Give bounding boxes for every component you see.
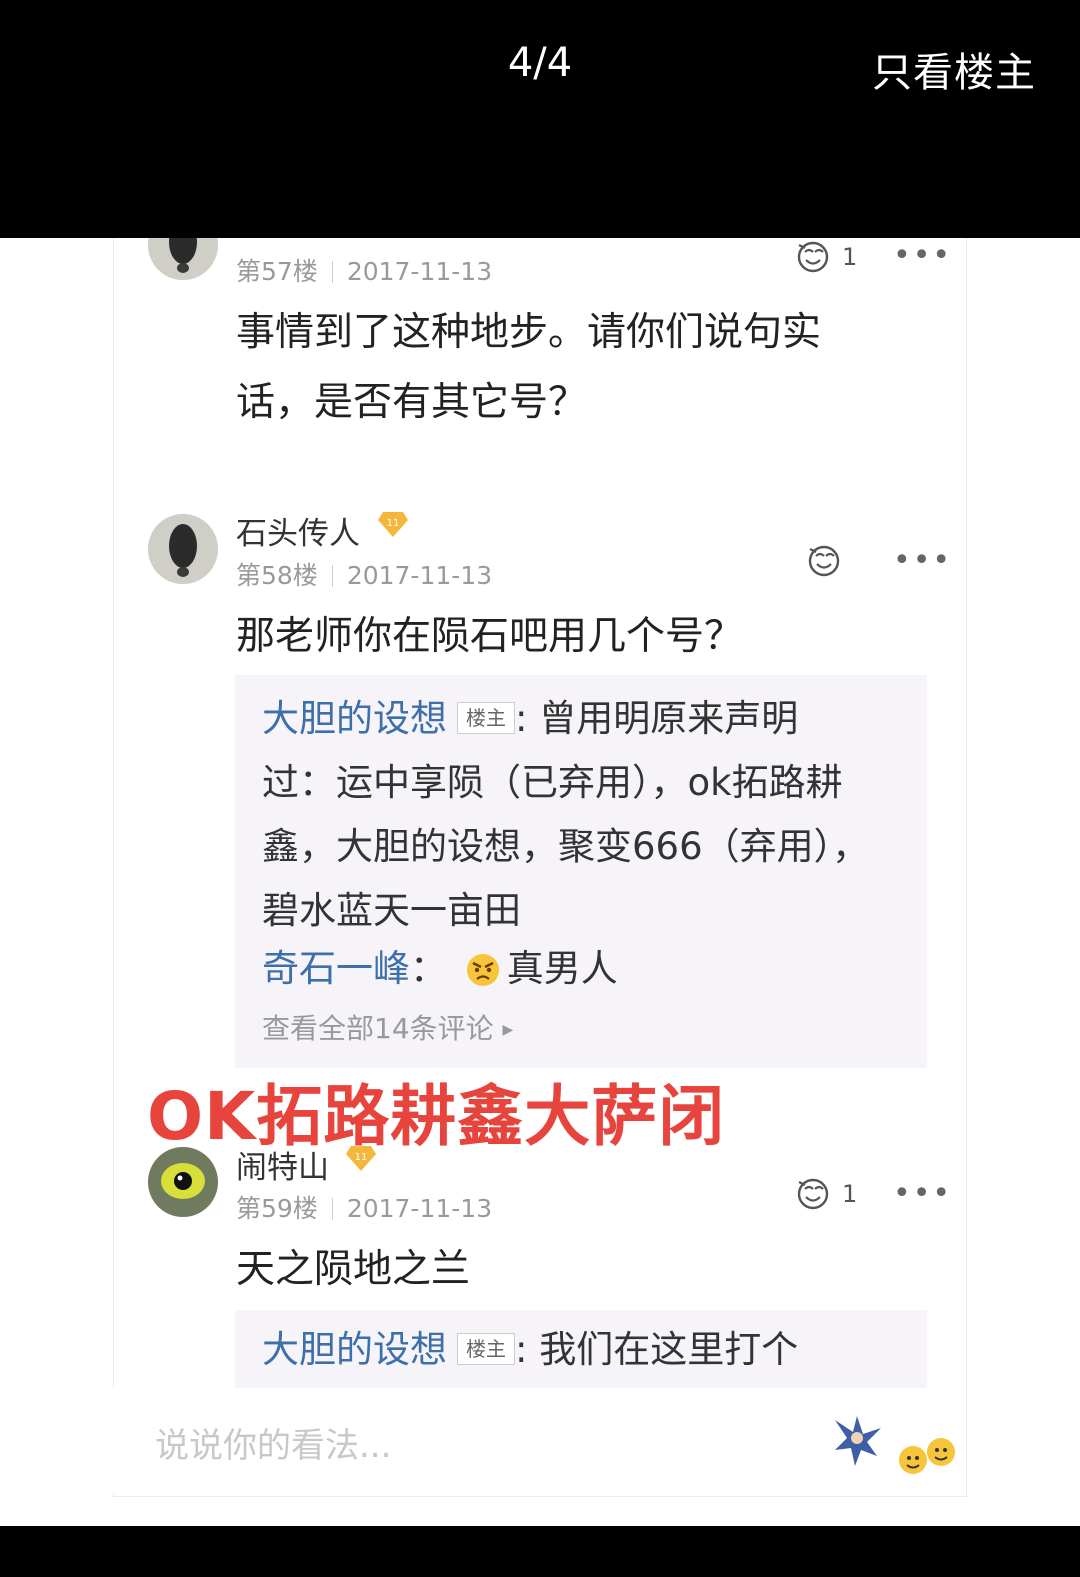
content-line: 话，是否有其它号？ bbox=[236, 380, 588, 425]
reply-username[interactable]: 大胆的设想 bbox=[262, 697, 447, 740]
like-count: 1 bbox=[842, 1180, 858, 1208]
floor-info: 第58楼 2017-11-13 bbox=[236, 556, 492, 592]
reply[interactable]: 奇石一峰： 真男人 bbox=[262, 937, 912, 1001]
reply-block: 大胆的设想 楼主: 曾用明原来声明 过：运中享陨（已弃用），ok拓路耕 鑫，大胆的… bbox=[235, 675, 927, 1068]
post-content: 那老师你在陨石吧用几个号？ bbox=[236, 614, 744, 659]
view-all-comments-link[interactable]: 查看全部14条评论 ▶ bbox=[262, 1007, 513, 1047]
reply-separator: ： bbox=[410, 947, 447, 990]
reply-username[interactable]: 奇石一峰 bbox=[262, 947, 410, 990]
reply-line: 鑫，大胆的设想，聚变666（弃用）， bbox=[262, 825, 870, 868]
like-face-icon[interactable] bbox=[795, 1176, 833, 1210]
reply-line: 碧水蓝天一亩田 bbox=[262, 889, 521, 932]
floor-info: 第59楼 2017-11-13 bbox=[236, 1189, 492, 1225]
post-content: 天之陨地之兰 bbox=[236, 1247, 471, 1292]
more-dots-icon[interactable]: ••• bbox=[893, 1176, 952, 1211]
reply-username[interactable]: 大胆的设想 bbox=[262, 1328, 447, 1371]
floor-number: 第57楼 bbox=[236, 257, 318, 286]
reply-line: 过：运中享陨（已弃用），ok拓路耕 bbox=[262, 761, 843, 804]
comment-input-bar: 说说你的看法... bbox=[113, 1388, 965, 1494]
floor-number: 第59楼 bbox=[236, 1194, 318, 1223]
reply-text: 真男人 bbox=[506, 947, 618, 990]
emoji-panel-icon[interactable] bbox=[897, 1434, 963, 1478]
like-face-icon[interactable] bbox=[806, 543, 844, 577]
top-bar: 4/4 只看楼主 bbox=[0, 0, 1080, 238]
reply-block: 大胆的设想 楼主: 我们在这里打个 bbox=[235, 1310, 927, 1390]
post-date: 2017-11-13 bbox=[346, 257, 493, 286]
post-date: 2017-11-13 bbox=[346, 1194, 493, 1223]
like-face-icon[interactable] bbox=[795, 239, 833, 273]
more-dots-icon[interactable]: ••• bbox=[893, 238, 952, 273]
reply-line: 曾用明原来声明 bbox=[539, 697, 799, 740]
comment-input[interactable]: 说说你的看法... bbox=[155, 1418, 391, 1467]
reply[interactable]: 大胆的设想 楼主: 我们在这里打个 bbox=[262, 1318, 912, 1382]
reply[interactable]: 大胆的设想 楼主: 曾用明原来声明 过：运中享陨（已弃用），ok拓路耕 鑫，大胆的… bbox=[262, 687, 912, 943]
more-dots-icon[interactable]: ••• bbox=[893, 543, 952, 578]
only-op-button[interactable]: 只看楼主 bbox=[872, 40, 1036, 98]
op-tag: 楼主 bbox=[457, 702, 515, 734]
post-content: 事情到了这种地步。请你们说句实 话，是否有其它号？ bbox=[236, 298, 916, 438]
thread-screen: 第57楼 2017-11-13 1 ••• 事情到了这种地步。请你们说句实 话，是… bbox=[0, 238, 1080, 1526]
triangle-right-icon: ▶ bbox=[502, 1022, 514, 1038]
floor-info: 第57楼 2017-11-13 bbox=[236, 252, 492, 288]
svg-text:11: 11 bbox=[387, 518, 400, 529]
reply-separator: : bbox=[515, 697, 540, 740]
level-11-diamond-badge-icon: 11 bbox=[378, 512, 408, 537]
content-line: 事情到了这种地步。请你们说句实 bbox=[236, 310, 822, 355]
reply-text: 我们在这里打个 bbox=[539, 1328, 799, 1371]
angry-face-emoji-icon bbox=[466, 954, 499, 986]
character-sticker-icon[interactable] bbox=[829, 1412, 885, 1466]
overlay-caption: OK拓路耕鑫大萨闭 bbox=[147, 1078, 726, 1155]
like-count: 1 bbox=[842, 243, 858, 271]
view-all-label: 查看全部14条评论 bbox=[262, 1012, 494, 1045]
op-tag: 楼主 bbox=[457, 1333, 515, 1365]
avatar[interactable] bbox=[148, 514, 218, 584]
reply-separator: : bbox=[515, 1328, 540, 1371]
bottom-bar bbox=[0, 1526, 1080, 1577]
username[interactable]: 石头传人 bbox=[236, 508, 360, 553]
page-counter: 4/4 bbox=[507, 40, 573, 86]
floor-number: 第58楼 bbox=[236, 561, 318, 590]
post-date: 2017-11-13 bbox=[346, 561, 493, 590]
